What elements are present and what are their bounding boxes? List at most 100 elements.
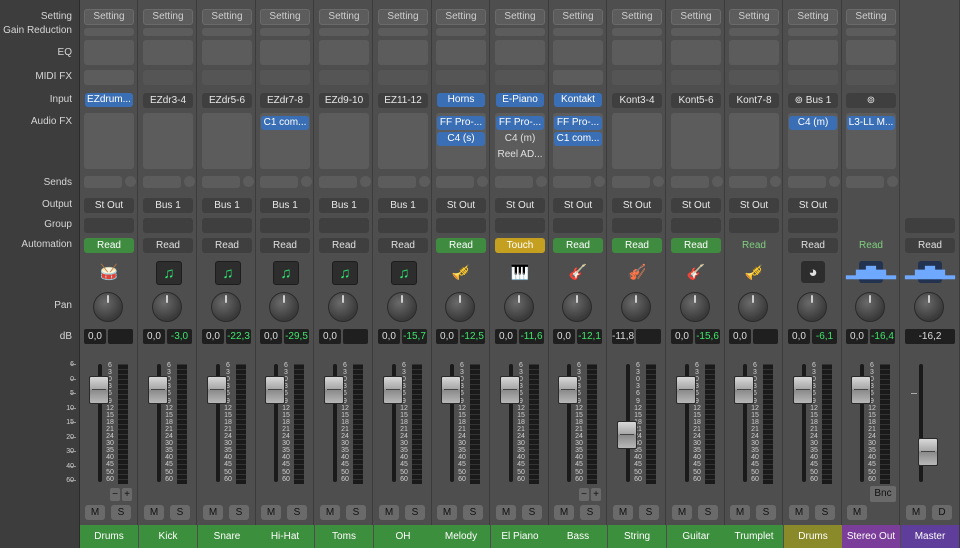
- mute-button[interactable]: M: [789, 505, 809, 520]
- pan-knob[interactable]: [93, 292, 123, 322]
- pan-knob[interactable]: [211, 292, 241, 322]
- output-slot[interactable]: Bus 1: [378, 198, 428, 213]
- audio-fx-area[interactable]: [729, 113, 779, 169]
- audio-fx-plugin[interactable]: Reel AD...: [496, 148, 544, 162]
- channel-setting-button[interactable]: Setting: [671, 9, 721, 25]
- mute-button[interactable]: M: [144, 505, 164, 520]
- group-slot[interactable]: [846, 218, 896, 233]
- input-slot[interactable]: Kontakt: [554, 93, 602, 107]
- send-slot[interactable]: [729, 176, 767, 188]
- volume-db-display[interactable]: 0,0: [319, 329, 341, 344]
- mute-button[interactable]: M: [379, 505, 399, 520]
- solo-button[interactable]: S: [287, 505, 307, 520]
- input-slot[interactable]: Kont3-4: [612, 93, 662, 108]
- output-slot[interactable]: St Out: [84, 198, 134, 213]
- volume-db-display[interactable]: 0,0: [378, 329, 400, 344]
- output-slot[interactable]: Bus 1: [260, 198, 310, 213]
- automation-mode-button[interactable]: Touch: [495, 238, 545, 253]
- send-slot[interactable]: [788, 176, 826, 188]
- channel-name-label[interactable]: Snare: [198, 525, 256, 548]
- channel-name-label[interactable]: El Piano: [491, 525, 549, 548]
- channel-name-label[interactable]: Stereo Out: [842, 525, 900, 548]
- volume-fader-handle[interactable]: [324, 376, 344, 404]
- pan-knob[interactable]: [914, 292, 944, 322]
- group-slot[interactable]: [378, 218, 428, 233]
- solo-button[interactable]: S: [698, 505, 718, 520]
- input-slot[interactable]: EZdr7-8: [260, 93, 310, 108]
- pan-knob[interactable]: [269, 292, 299, 322]
- send-slot[interactable]: [612, 176, 650, 188]
- group-slot[interactable]: [553, 218, 603, 233]
- output-slot[interactable]: Bus 1: [202, 198, 252, 213]
- pan-knob[interactable]: [562, 292, 592, 322]
- midi-fx-slot[interactable]: [788, 70, 838, 85]
- channel-name-label[interactable]: Bass: [549, 525, 607, 548]
- automation-mode-button[interactable]: Read: [905, 238, 955, 253]
- input-slot[interactable]: Kont5-6: [671, 93, 721, 108]
- group-slot[interactable]: [436, 218, 486, 233]
- send-slot[interactable]: [846, 176, 884, 188]
- automation-mode-button[interactable]: Read: [788, 238, 838, 253]
- volume-fader-handle[interactable]: [793, 376, 813, 404]
- add-slot-button[interactable]: +: [122, 488, 132, 501]
- group-slot[interactable]: [788, 218, 838, 233]
- group-slot[interactable]: [671, 218, 721, 233]
- output-slot[interactable]: St Out: [612, 198, 662, 213]
- group-slot[interactable]: [143, 218, 193, 233]
- volume-db-display[interactable]: 0,0: [729, 329, 751, 344]
- peak-level-display[interactable]: -15,7: [402, 329, 427, 344]
- send-level-knob[interactable]: [419, 176, 430, 187]
- eq-thumbnail[interactable]: [84, 40, 134, 65]
- send-level-knob[interactable]: [125, 176, 136, 187]
- automation-mode-button[interactable]: Read: [846, 238, 896, 253]
- channel-setting-button[interactable]: Setting: [378, 9, 428, 25]
- channel-name-label[interactable]: Trumplet: [725, 525, 783, 548]
- eq-thumbnail[interactable]: [436, 40, 486, 65]
- output-slot[interactable]: St Out: [788, 198, 838, 213]
- output-slot[interactable]: Bus 1: [319, 198, 369, 213]
- pan-knob[interactable]: [621, 292, 651, 322]
- volume-db-display[interactable]: 0,0: [788, 329, 810, 344]
- peak-level-display[interactable]: [343, 329, 368, 344]
- volume-fader-handle[interactable]: [207, 376, 227, 404]
- send-slot[interactable]: [319, 176, 357, 188]
- solo-button[interactable]: S: [405, 505, 425, 520]
- eq-thumbnail[interactable]: [788, 40, 838, 65]
- volume-fader-handle[interactable]: [89, 376, 109, 404]
- send-slot[interactable]: [143, 176, 181, 188]
- audio-fx-plugin[interactable]: C4 (m): [496, 132, 544, 146]
- solo-button[interactable]: S: [580, 505, 600, 520]
- solo-button[interactable]: S: [756, 505, 776, 520]
- channel-name-label[interactable]: Drums: [784, 525, 842, 548]
- volume-db-display[interactable]: -11,8: [612, 329, 634, 344]
- mute-button[interactable]: M: [85, 505, 105, 520]
- solo-button[interactable]: S: [522, 505, 542, 520]
- pan-knob[interactable]: [152, 292, 182, 322]
- channel-name-label[interactable]: Hi-Hat: [256, 525, 314, 548]
- peak-level-display[interactable]: -29,5: [284, 329, 309, 344]
- send-level-knob[interactable]: [243, 176, 254, 187]
- mute-button[interactable]: M: [261, 505, 281, 520]
- automation-mode-button[interactable]: Read: [436, 238, 486, 253]
- send-slot[interactable]: [553, 176, 591, 188]
- input-slot[interactable]: EZdrum...: [85, 93, 133, 107]
- audio-fx-plugin[interactable]: C4 (s): [437, 132, 485, 146]
- volume-fader-handle[interactable]: [441, 376, 461, 404]
- midi-fx-slot[interactable]: [378, 70, 428, 85]
- mute-button[interactable]: M: [554, 505, 574, 520]
- channel-name-label[interactable]: Guitar: [667, 525, 725, 548]
- peak-level-display[interactable]: -16,4: [870, 329, 895, 344]
- automation-mode-button[interactable]: Read: [729, 238, 779, 253]
- eq-thumbnail[interactable]: [671, 40, 721, 65]
- channel-name-label[interactable]: Drums: [80, 525, 138, 548]
- audio-fx-area[interactable]: [202, 113, 252, 169]
- solo-button[interactable]: S: [170, 505, 190, 520]
- volume-db-display[interactable]: -16,2: [905, 329, 955, 344]
- send-slot[interactable]: [436, 176, 474, 188]
- output-slot[interactable]: St Out: [553, 198, 603, 213]
- group-slot[interactable]: [202, 218, 252, 233]
- volume-db-display[interactable]: 0,0: [84, 329, 106, 344]
- automation-mode-button[interactable]: Read: [84, 238, 134, 253]
- midi-fx-slot[interactable]: [553, 70, 603, 85]
- volume-db-display[interactable]: 0,0: [671, 329, 693, 344]
